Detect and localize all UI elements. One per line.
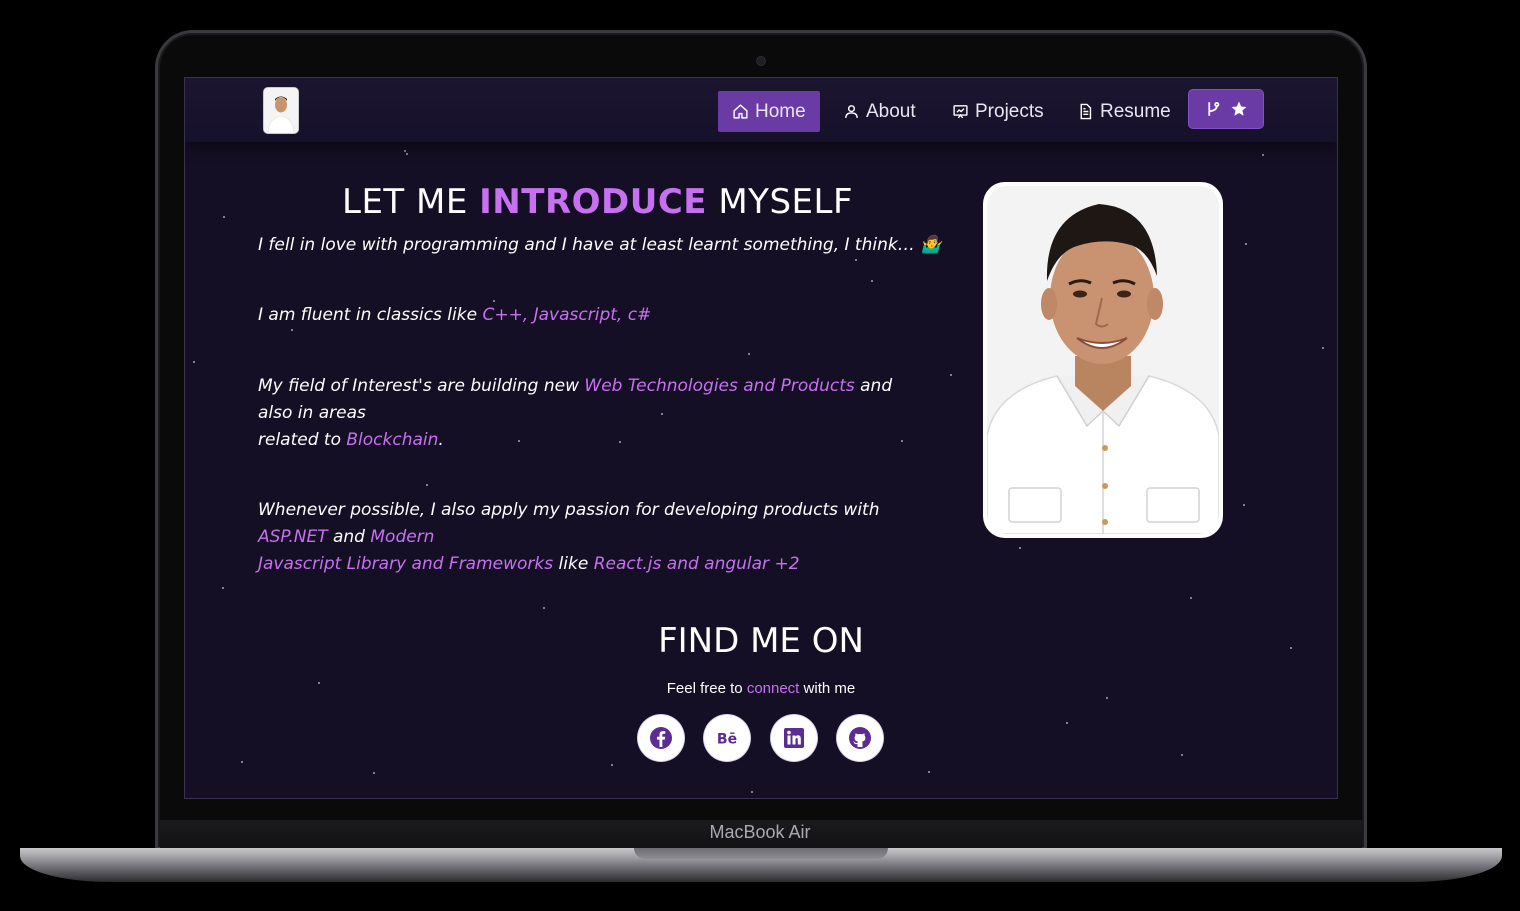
nav-about-label: About	[866, 100, 916, 122]
connect-text-post: with me	[799, 680, 856, 697]
intro-title-post: MYSELF	[707, 182, 854, 222]
js-frameworks-highlight: Javascript Library and Frameworks	[258, 554, 554, 574]
intro-line-4-text: Whenever possible, I also apply my passi…	[258, 500, 880, 520]
navbar: Home About Projects Resume	[185, 78, 1337, 142]
intro-title: LET ME INTRODUCE MYSELF	[342, 182, 853, 222]
react-angular-highlight: React.js and angular +2	[593, 554, 800, 574]
intro-line-2-text: I am fluent in classics like	[258, 305, 483, 325]
star	[1019, 547, 1021, 549]
star	[855, 259, 857, 261]
facebook-icon	[650, 727, 672, 749]
intro-title-pre: LET ME	[342, 182, 480, 222]
star	[406, 153, 408, 155]
star	[751, 791, 753, 793]
intro-line-4: Whenever possible, I also apply my passi…	[258, 497, 918, 578]
facebook-link[interactable]	[638, 715, 684, 761]
intro-title-accent: INTRODUCE	[479, 182, 708, 222]
intro-line-1-text: I fell in love with programming and I ha…	[258, 235, 942, 255]
profile-photo	[983, 182, 1223, 538]
star	[1262, 154, 1264, 156]
star	[748, 353, 750, 355]
behance-icon: Bē	[717, 732, 737, 748]
blockchain-highlight: Blockchain	[346, 430, 439, 450]
aspnet-highlight: ASP.NET	[258, 527, 328, 547]
intro-line-2: I am fluent in classics like C++, Javasc…	[258, 302, 918, 329]
star	[1245, 243, 1247, 245]
nav-home-label: Home	[755, 100, 806, 122]
logo-avatar[interactable]	[264, 88, 298, 133]
camera	[757, 57, 765, 65]
intro-line-3-related: related to	[258, 430, 347, 450]
home-icon	[733, 104, 748, 119]
git-fork-icon	[1208, 101, 1220, 116]
behance-link[interactable]: Bē	[704, 715, 750, 761]
linkedin-link[interactable]	[771, 715, 817, 761]
svg-text:Bē: Bē	[717, 732, 737, 748]
star	[373, 772, 375, 774]
star	[1066, 722, 1068, 724]
star	[223, 216, 225, 218]
nav-about[interactable]: About	[829, 91, 930, 132]
star	[222, 587, 224, 589]
screen: Home About Projects Resume LET ME INTROD…	[185, 78, 1337, 798]
star	[193, 361, 195, 363]
star	[1106, 697, 1108, 699]
star	[611, 764, 613, 766]
star	[871, 280, 873, 282]
nav-home[interactable]: Home	[718, 91, 820, 132]
connect-text-pre: Feel free to	[666, 680, 747, 697]
intro-line-1: I fell in love with programming and I ha…	[258, 232, 941, 259]
intro-line-3-text: My field of Interest's are building new	[258, 376, 585, 396]
star	[928, 771, 930, 773]
star	[1322, 347, 1324, 349]
connect-text: Feel free to connect with me	[185, 680, 1337, 697]
projects-icon	[953, 105, 968, 119]
connect-highlight: connect	[746, 680, 800, 697]
intro-line-4-like: like	[553, 554, 594, 574]
nav-projects[interactable]: Projects	[938, 91, 1058, 132]
star	[291, 329, 293, 331]
star-icon	[1231, 101, 1247, 116]
star	[241, 761, 243, 763]
star	[404, 150, 406, 152]
web-tech-highlight: Web Technologies and Products	[584, 376, 855, 396]
device-label: MacBook Air	[709, 822, 811, 842]
github-fork-button[interactable]	[1189, 90, 1263, 128]
languages-highlight: C++, Javascript, c#	[482, 305, 652, 325]
laptop-notch	[634, 848, 888, 859]
nav-projects-label: Projects	[975, 100, 1044, 122]
star	[1181, 754, 1183, 756]
user-icon	[845, 105, 858, 118]
github-icon	[849, 727, 871, 749]
star	[1243, 504, 1245, 506]
nav-resume-label: Resume	[1100, 100, 1171, 122]
nav-resume[interactable]: Resume	[1063, 91, 1185, 132]
star	[1190, 597, 1192, 599]
intro-line-3: My field of Interest's are building new …	[258, 373, 918, 454]
github-link[interactable]	[837, 715, 883, 761]
find-me-title: FIND ME ON	[658, 621, 864, 661]
document-icon	[1080, 103, 1092, 120]
intro-line-4-and: and	[327, 527, 371, 547]
intro-line-3-end: .	[438, 430, 444, 450]
linkedin-icon	[784, 728, 804, 748]
star	[950, 374, 952, 376]
modern-highlight: Modern	[370, 527, 435, 547]
star	[426, 484, 428, 486]
star	[543, 607, 545, 609]
